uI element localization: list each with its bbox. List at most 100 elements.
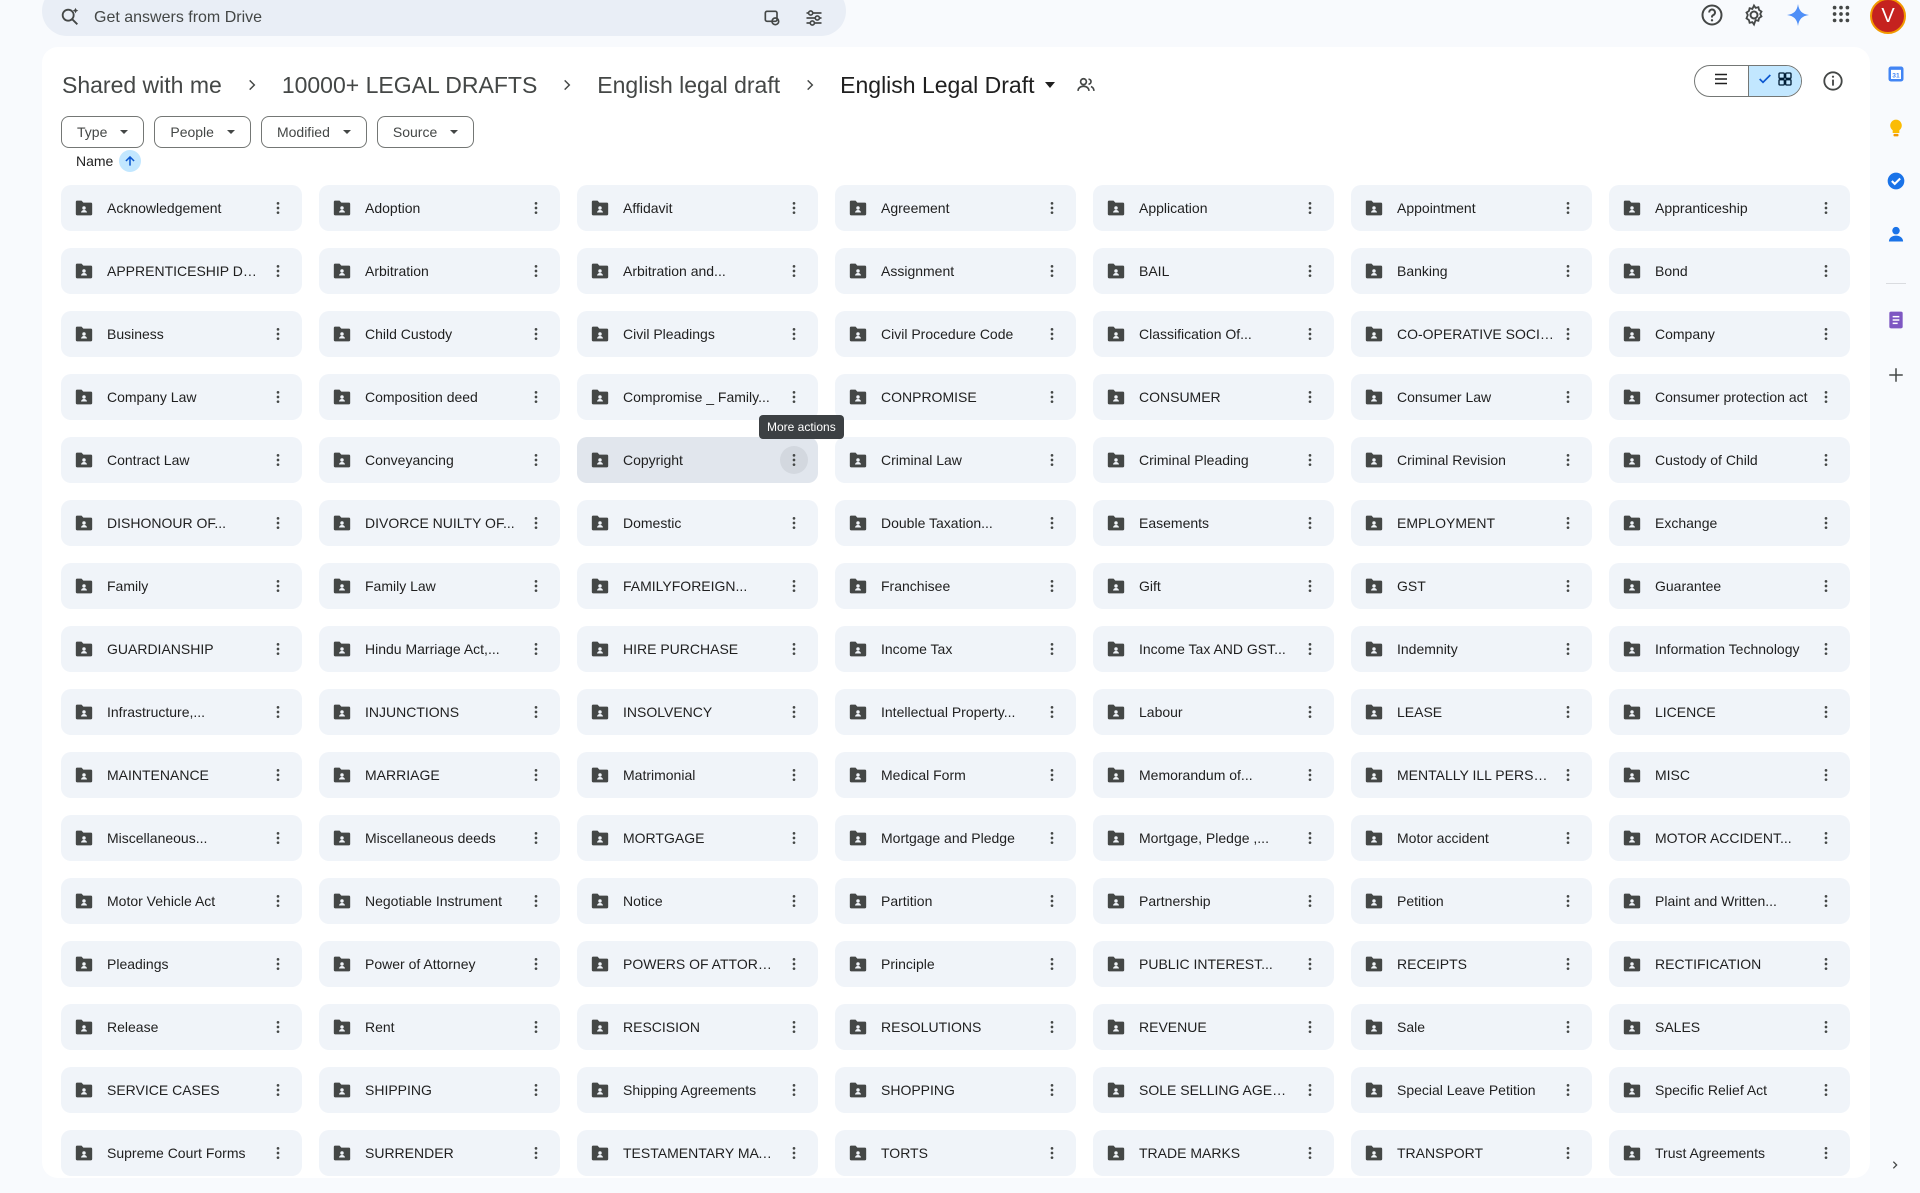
folder-item[interactable]: Appointment	[1351, 185, 1592, 231]
more-actions-kebab-icon[interactable]	[1554, 257, 1582, 285]
folder-item[interactable]: MENTALLY ILL PERSONS	[1351, 752, 1592, 798]
folder-item[interactable]: Plaint and Written...	[1609, 878, 1850, 924]
more-actions-kebab-icon[interactable]	[1038, 950, 1066, 978]
folder-item[interactable]: SURRENDER	[319, 1130, 560, 1176]
calendar-icon[interactable]: 31	[1884, 62, 1908, 86]
more-actions-kebab-icon[interactable]	[522, 635, 550, 663]
more-actions-kebab-icon[interactable]	[780, 887, 808, 915]
folder-item[interactable]: Contract Law	[61, 437, 302, 483]
folder-item[interactable]: SHOPPING	[835, 1067, 1076, 1113]
folder-item[interactable]: RECEIPTS	[1351, 941, 1592, 987]
folder-item[interactable]: LICENCE	[1609, 689, 1850, 735]
folder-item[interactable]: TORTS	[835, 1130, 1076, 1176]
more-actions-kebab-icon[interactable]	[264, 257, 292, 285]
folder-item[interactable]: Petition	[1351, 878, 1592, 924]
more-actions-kebab-icon[interactable]	[1038, 572, 1066, 600]
more-actions-kebab-icon[interactable]	[522, 1139, 550, 1167]
info-icon[interactable]	[1820, 68, 1846, 94]
more-actions-kebab-icon[interactable]	[1554, 446, 1582, 474]
more-actions-kebab-icon[interactable]	[1296, 950, 1324, 978]
more-actions-kebab-icon[interactable]	[1812, 698, 1840, 726]
folder-item[interactable]: RECTIFICATION	[1609, 941, 1850, 987]
shared-folder-people-icon[interactable]	[1074, 73, 1098, 97]
forms-addon-icon[interactable]	[1884, 308, 1908, 332]
folder-item[interactable]: Memorandum of...	[1093, 752, 1334, 798]
more-actions-kebab-icon[interactable]	[1812, 1139, 1840, 1167]
drive-search-chip-icon[interactable]	[760, 6, 784, 30]
filter-type[interactable]: Type	[61, 116, 145, 148]
folder-item[interactable]: Release	[61, 1004, 302, 1050]
more-actions-kebab-icon[interactable]	[780, 320, 808, 348]
more-actions-kebab-icon[interactable]	[1038, 1013, 1066, 1041]
folder-item[interactable]: Civil Pleadings	[577, 311, 818, 357]
folder-item[interactable]: Compromise _ Family...	[577, 374, 818, 420]
more-actions-kebab-icon[interactable]	[1038, 1139, 1066, 1167]
folder-item[interactable]: Affidavit	[577, 185, 818, 231]
folder-item[interactable]: Adoption	[319, 185, 560, 231]
more-actions-kebab-icon[interactable]	[1554, 1139, 1582, 1167]
folder-item[interactable]: DIVORCE NUILTY OF...	[319, 500, 560, 546]
more-actions-kebab-icon[interactable]	[1038, 257, 1066, 285]
more-actions-kebab-icon[interactable]	[1296, 572, 1324, 600]
more-actions-kebab-icon[interactable]	[780, 194, 808, 222]
more-actions-kebab-icon[interactable]	[1296, 446, 1324, 474]
keep-icon[interactable]	[1884, 116, 1908, 140]
folder-item[interactable]: Acknowledgement	[61, 185, 302, 231]
folder-item[interactable]: Negotiable Instrument	[319, 878, 560, 924]
folder-item[interactable]: Child Custody	[319, 311, 560, 357]
more-actions-kebab-icon[interactable]	[264, 1076, 292, 1104]
more-actions-kebab-icon[interactable]	[1812, 383, 1840, 411]
more-actions-kebab-icon[interactable]	[1296, 761, 1324, 789]
breadcrumb-legal-drafts[interactable]: 10000+ LEGAL DRAFTS	[282, 72, 537, 99]
contacts-icon[interactable]	[1884, 222, 1908, 246]
more-actions-kebab-icon[interactable]	[1038, 320, 1066, 348]
more-actions-kebab-icon[interactable]	[1812, 1076, 1840, 1104]
folder-item[interactable]: Family Law	[319, 563, 560, 609]
folder-item[interactable]: Double Taxation...	[835, 500, 1076, 546]
more-actions-kebab-icon[interactable]	[1812, 824, 1840, 852]
folder-item[interactable]: Trust Agreements	[1609, 1130, 1850, 1176]
folder-item[interactable]: Rent	[319, 1004, 560, 1050]
add-addon-plus-icon[interactable]	[1884, 363, 1908, 387]
folder-item[interactable]: Family	[61, 563, 302, 609]
folder-item[interactable]: Classification Of...	[1093, 311, 1334, 357]
more-actions-kebab-icon[interactable]	[522, 950, 550, 978]
search-bar[interactable]: Get answers from Drive	[42, 0, 846, 36]
folder-item[interactable]: MAINTENANCE	[61, 752, 302, 798]
more-actions-kebab-icon[interactable]	[780, 383, 808, 411]
settings-gear-icon[interactable]	[1742, 3, 1766, 32]
more-actions-kebab-icon[interactable]	[522, 509, 550, 537]
folder-item[interactable]: CONPROMISE	[835, 374, 1076, 420]
more-actions-kebab-icon[interactable]	[264, 194, 292, 222]
folder-item[interactable]: BAIL	[1093, 248, 1334, 294]
folder-item[interactable]: Franchisee	[835, 563, 1076, 609]
folder-item[interactable]: SOLE SELLING AGENCY	[1093, 1067, 1334, 1113]
grid-view-button[interactable]	[1747, 66, 1801, 96]
folder-item[interactable]: Income Tax	[835, 626, 1076, 672]
more-actions-kebab-icon[interactable]	[1038, 1076, 1066, 1104]
folder-item[interactable]: Agreement	[835, 185, 1076, 231]
folder-item[interactable]: SERVICE CASES	[61, 1067, 302, 1113]
more-actions-kebab-icon[interactable]	[780, 824, 808, 852]
folder-item[interactable]: Partnership	[1093, 878, 1334, 924]
apps-grid-icon[interactable]	[1830, 3, 1852, 30]
folder-item[interactable]: Mortgage and Pledge	[835, 815, 1076, 861]
more-actions-kebab-icon[interactable]	[1812, 446, 1840, 474]
folder-item[interactable]: PUBLIC INTEREST...	[1093, 941, 1334, 987]
folder-item[interactable]: SHIPPING	[319, 1067, 560, 1113]
more-actions-kebab-icon[interactable]	[522, 1076, 550, 1104]
more-actions-kebab-icon[interactable]	[1554, 698, 1582, 726]
folder-item[interactable]: GUARDIANSHIP	[61, 626, 302, 672]
more-actions-kebab-icon[interactable]	[1554, 950, 1582, 978]
more-actions-kebab-icon[interactable]	[264, 698, 292, 726]
breadcrumb-shared-with-me[interactable]: Shared with me	[62, 72, 222, 99]
folder-item[interactable]: TRADE MARKS	[1093, 1130, 1334, 1176]
folder-item[interactable]: Motor Vehicle Act	[61, 878, 302, 924]
more-actions-kebab-icon[interactable]	[522, 257, 550, 285]
folder-item[interactable]: Mortgage, Pledge ,...	[1093, 815, 1334, 861]
more-actions-kebab-icon[interactable]	[1554, 572, 1582, 600]
more-actions-kebab-icon[interactable]	[264, 383, 292, 411]
folder-item[interactable]: Medical Form	[835, 752, 1076, 798]
folder-item[interactable]: Arbitration and...	[577, 248, 818, 294]
folder-item[interactable]: Shipping Agreements	[577, 1067, 818, 1113]
